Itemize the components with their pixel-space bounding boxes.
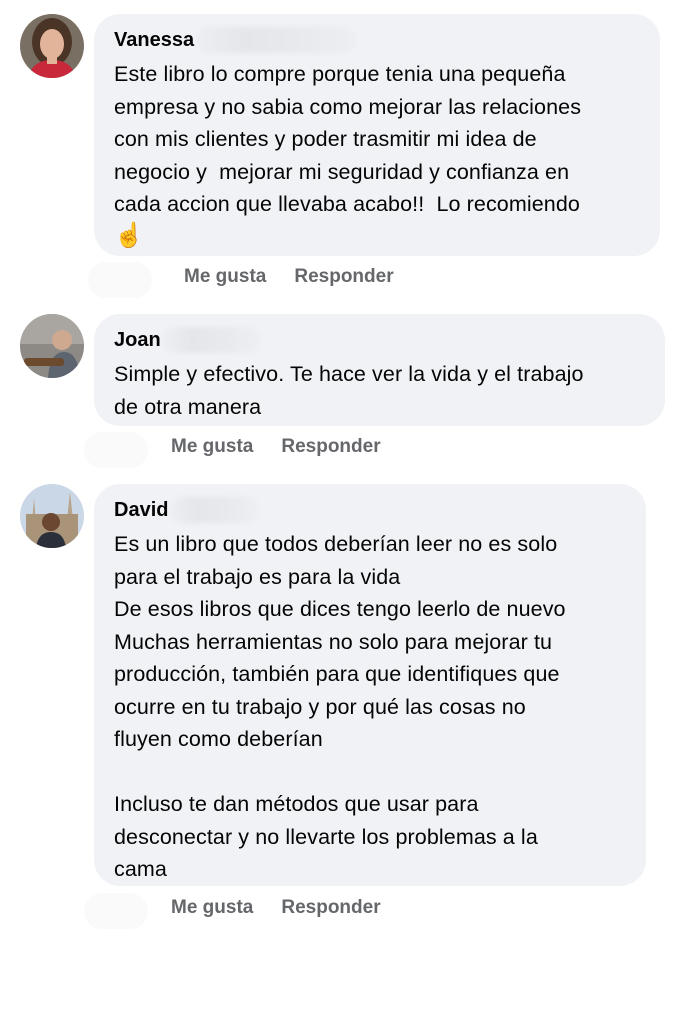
reply-button[interactable]: Responder <box>294 266 393 288</box>
like-button[interactable]: Me gusta <box>171 897 253 919</box>
redacted-surname <box>162 327 259 353</box>
author-name[interactable]: Joan <box>114 326 161 354</box>
comment-author[interactable]: Joan <box>114 326 645 354</box>
avatar[interactable] <box>20 314 84 378</box>
reply-button[interactable]: Responder <box>281 436 380 458</box>
like-button[interactable]: Me gusta <box>171 436 253 458</box>
reply-button[interactable]: Responder <box>281 897 380 919</box>
comment-text: Simple y efectivo. Te hace ver la vida y… <box>114 362 584 419</box>
comment-author[interactable]: Vanessa <box>114 26 640 54</box>
avatar-photo-icon <box>20 314 84 378</box>
reaction-placeholder <box>88 262 152 298</box>
reaction-placeholder <box>84 893 148 929</box>
comment-bubble: Vanessa Este libro lo compre porque teni… <box>94 14 660 256</box>
redacted-surname <box>170 497 259 523</box>
comment-bubble: David Es un libro que todos deberían lee… <box>94 484 646 886</box>
comment-bubble: Joan Simple y efectivo. Te hace ver la v… <box>94 314 665 426</box>
comment-actions: Me gusta Responder <box>171 436 381 458</box>
author-name[interactable]: Vanessa <box>114 26 194 54</box>
like-button[interactable]: Me gusta <box>184 266 266 288</box>
comment-text: Este libro lo compre porque tenia una pe… <box>114 62 582 216</box>
avatar[interactable] <box>20 14 84 78</box>
comment-text: Es un libro que todos deberían leer no e… <box>114 532 566 881</box>
avatar[interactable] <box>20 484 84 548</box>
comment-actions: Me gusta Responder <box>184 266 394 288</box>
avatar-photo-icon <box>20 14 84 78</box>
redacted-surname <box>196 27 357 53</box>
comment-actions: Me gusta Responder <box>171 897 381 919</box>
avatar-photo-icon <box>20 484 84 548</box>
reaction-placeholder <box>84 432 148 468</box>
pointing-up-icon: ☝ <box>114 221 144 249</box>
comment-author[interactable]: David <box>114 496 626 524</box>
author-name[interactable]: David <box>114 496 168 524</box>
